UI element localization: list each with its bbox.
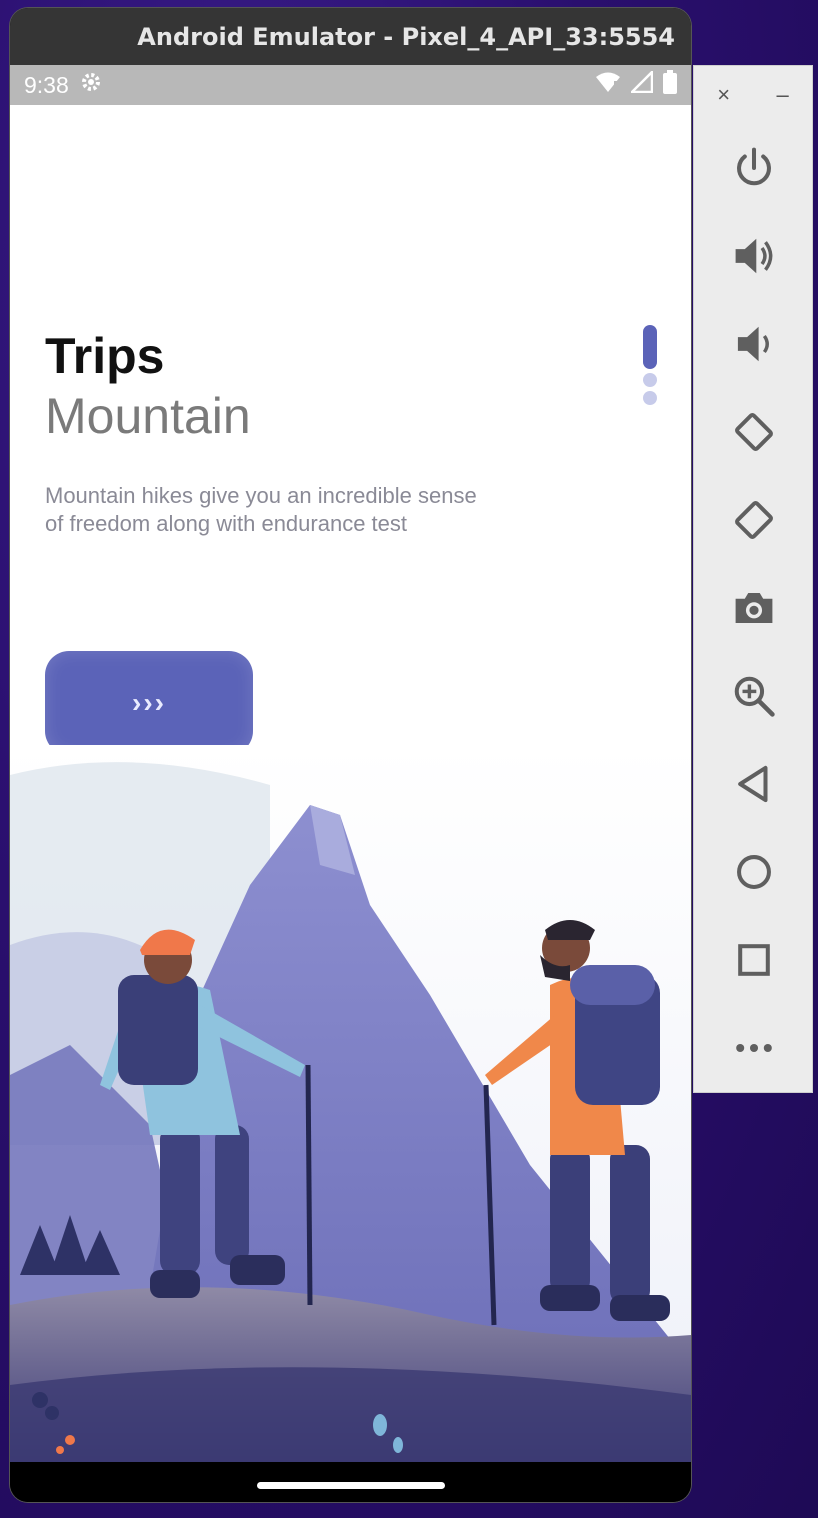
emulator-window: Android Emulator - Pixel_4_API_33:5554 9… [10, 8, 691, 1502]
emulator-side-panel: × – [693, 65, 813, 1093]
next-button[interactable]: ››› [45, 651, 253, 755]
rotate-right-icon [735, 501, 773, 539]
page-indicator-active [643, 325, 657, 369]
wifi-icon [595, 71, 621, 99]
signal-icon [628, 68, 654, 99]
back-button[interactable] [694, 740, 814, 828]
back-triangle-icon [738, 765, 768, 803]
volume-down-button[interactable] [694, 300, 814, 388]
battery-icon [663, 70, 677, 100]
volume-up-icon [735, 238, 773, 274]
page-indicator-dot [643, 391, 657, 405]
page-indicator [643, 325, 657, 405]
page-description: Mountain hikes give you an incredible se… [45, 483, 477, 536]
side-panel-header: × – [694, 66, 812, 124]
overview-square-icon [738, 944, 770, 976]
app-screen: Trips Mountain Mountain hikes give you a… [10, 105, 691, 1462]
zoom-button[interactable] [694, 652, 814, 740]
minimize-icon[interactable]: – [777, 82, 789, 108]
home-circle-icon [737, 855, 771, 889]
power-icon [737, 147, 771, 186]
volume-down-icon [737, 326, 769, 362]
home-gesture-pill[interactable] [257, 1482, 445, 1489]
status-time: 9:38 [24, 71, 69, 98]
gesture-navbar [10, 1462, 691, 1502]
window-titlebar[interactable]: Android Emulator - Pixel_4_API_33:5554 [10, 8, 691, 65]
page-subtitle: Mountain [45, 388, 251, 444]
hikers-illustration [10, 745, 691, 1462]
home-button[interactable] [694, 828, 814, 916]
rotate-left-icon [735, 413, 773, 451]
close-icon[interactable]: × [717, 82, 730, 108]
next-arrows-icon: ››› [132, 687, 166, 718]
page-title: Trips [45, 328, 165, 384]
volume-up-button[interactable] [694, 212, 814, 300]
status-bar: 9:38 [10, 65, 691, 105]
rotate-right-button[interactable] [694, 476, 814, 564]
window-title: Android Emulator - Pixel_4_API_33:5554 [137, 22, 675, 51]
overview-button[interactable] [694, 916, 814, 1004]
zoom-in-icon [734, 676, 775, 717]
camera-icon [735, 593, 773, 623]
more-dots-icon [736, 1043, 772, 1053]
page-indicator-dot [643, 373, 657, 387]
rotate-left-button[interactable] [694, 388, 814, 476]
more-button[interactable] [694, 1004, 814, 1092]
power-button[interactable] [694, 124, 814, 212]
gear-icon [79, 70, 103, 100]
screenshot-button[interactable] [694, 564, 814, 652]
